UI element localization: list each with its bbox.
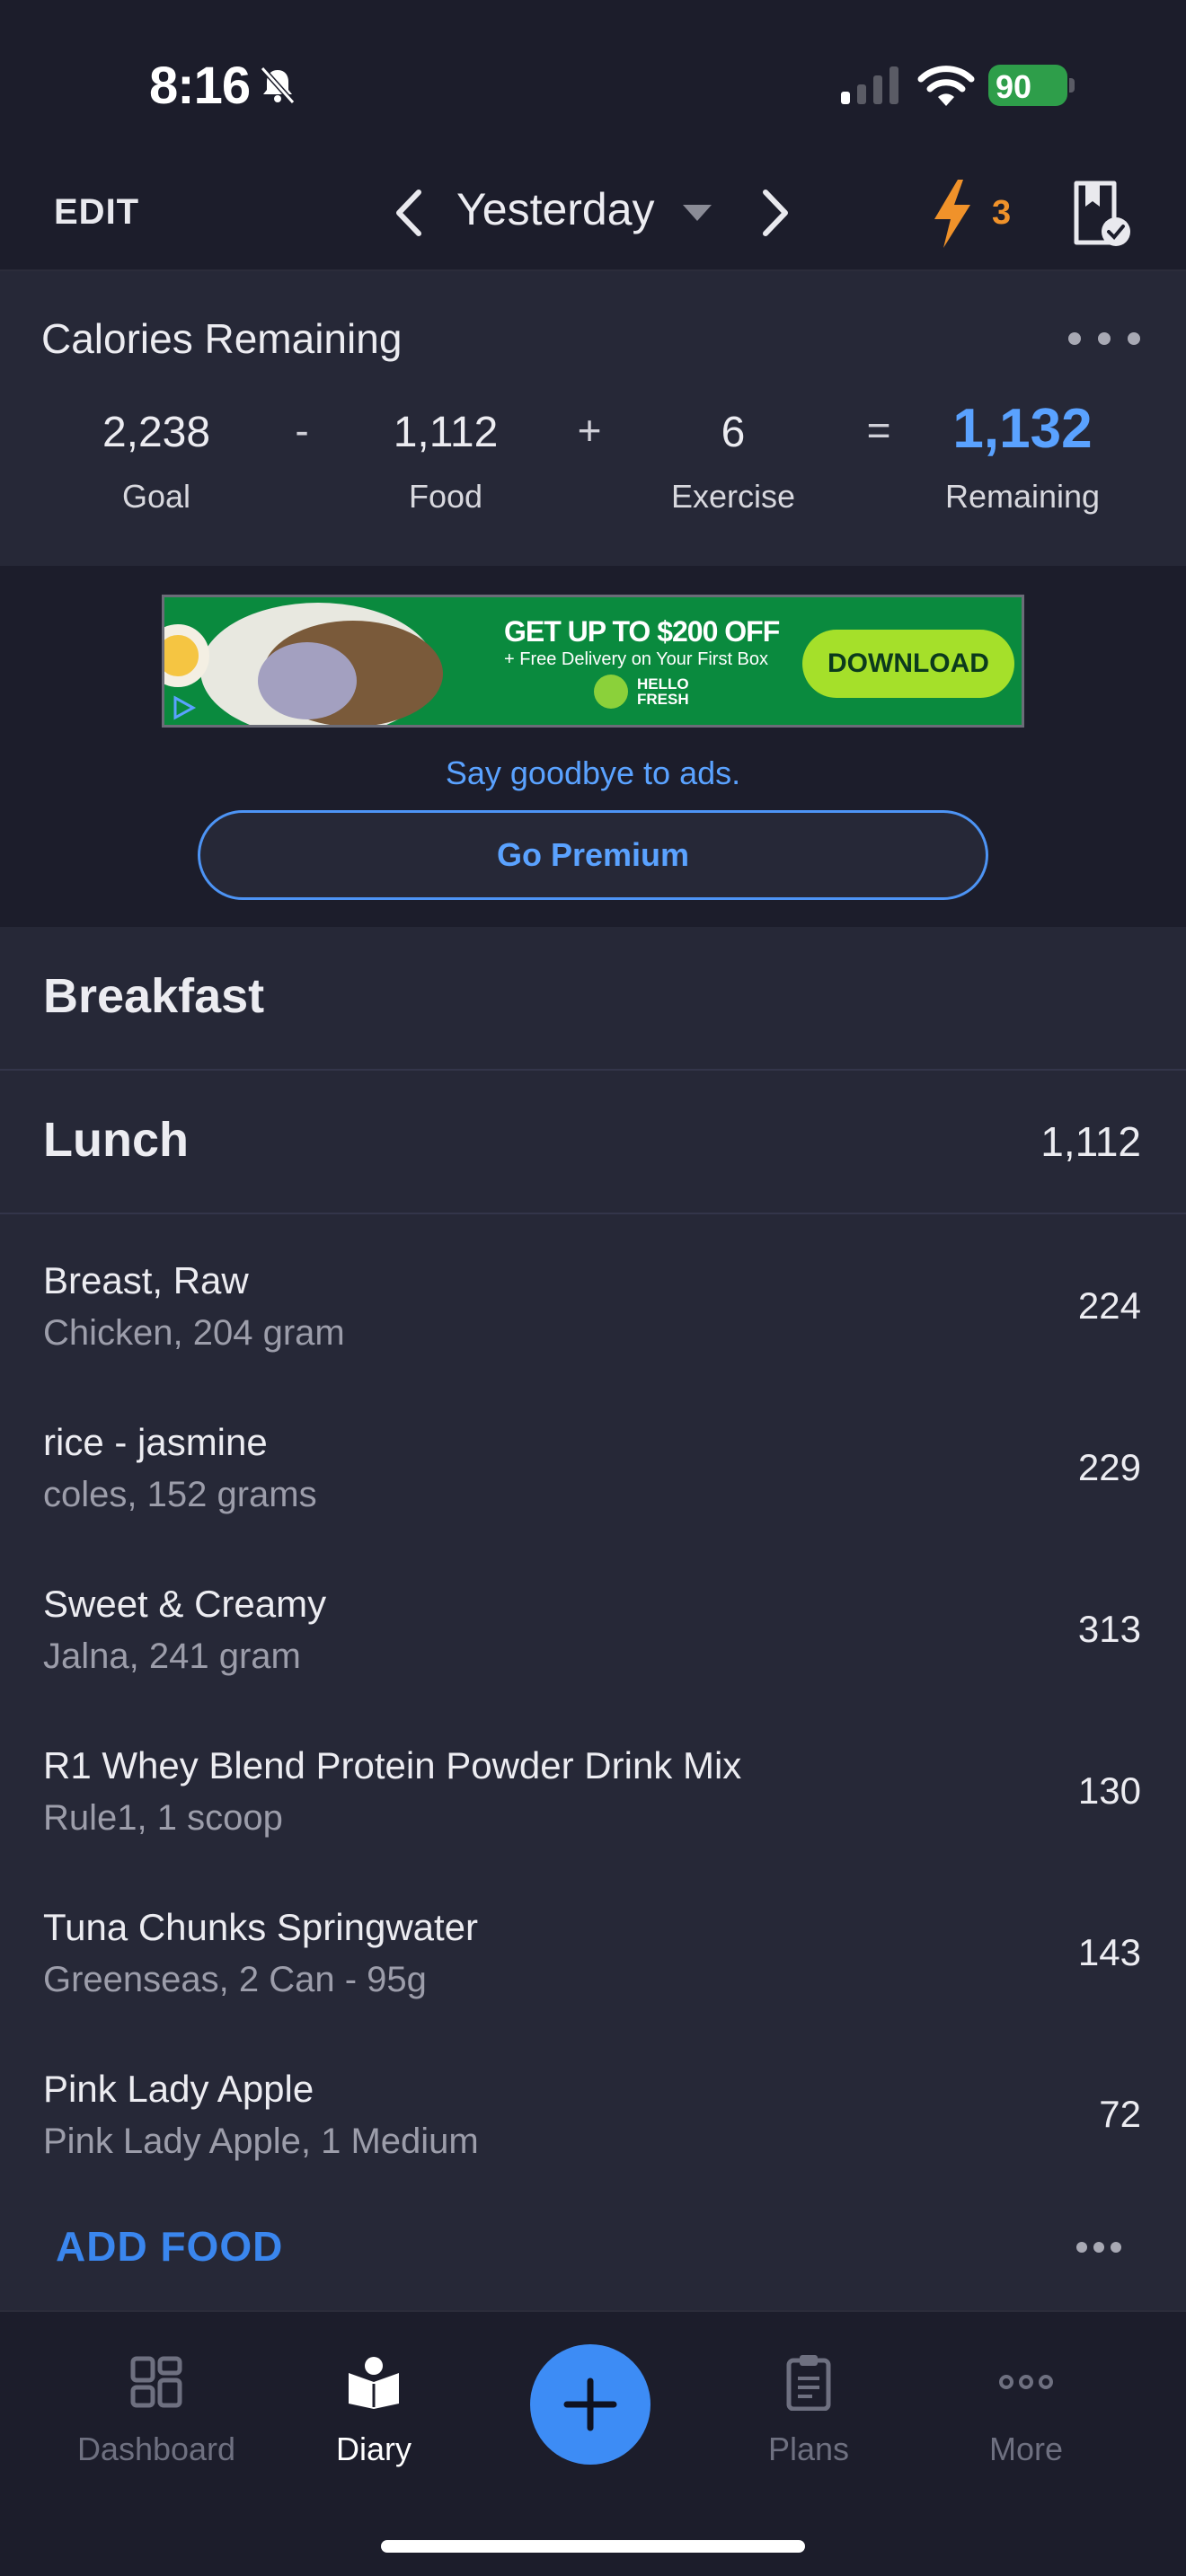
meal-name: Lunch [43,1113,189,1167]
tab-dashboard[interactable]: Dashboard [49,2312,264,2510]
status-time: 8:16 [149,57,251,115]
battery-cap [1069,78,1075,93]
edit-button[interactable]: EDIT [54,192,139,233]
tab-label: Dashboard [76,2430,236,2467]
cell-signal-icon [841,66,898,104]
battery-percent: 90 [996,68,1032,105]
add-entry-fab[interactable] [530,2344,651,2465]
exercise-label: Exercise [670,478,796,515]
food-calories: 72 [1099,2093,1141,2135]
calories-title: Calories Remaining [41,315,403,362]
food-entry[interactable]: rice - jasmine coles, 152 grams 229 [0,1394,1186,1556]
food-detail: coles, 152 grams [43,1475,317,1514]
diary-complete-icon[interactable] [1069,180,1132,248]
plus-icon [563,2378,617,2431]
hellofresh-logo-icon [594,675,628,709]
tab-more[interactable]: More [918,2312,1134,2510]
more-dots-icon [999,2375,1053,2389]
food-detail: Greenseas, 2 Can - 95g [43,1960,427,1999]
add-food-button[interactable]: ADD FOOD [56,2222,283,2271]
food-entry[interactable]: Tuna Chunks Springwater Greenseas, 2 Can… [0,1879,1186,2041]
tab-plans[interactable]: Plans [701,2312,916,2510]
next-day-chevron-icon[interactable] [753,185,796,241]
food-calories: 229 [1077,1446,1141,1488]
remove-ads-link[interactable]: Say goodbye to ads. [0,754,1186,792]
calories-remaining-panel[interactable]: Calories Remaining 2,238 Goal - 1,112 Fo… [0,271,1186,566]
bell-off-icon [260,66,296,105]
tab-label: Diary [335,2430,412,2467]
ad-headline: GET UP TO $200 OFF [504,615,780,648]
battery-icon: 90 [988,65,1075,106]
clipboard-icon [786,2355,831,2411]
food-name: Pink Lady Apple [43,2068,314,2110]
food-name: rice - jasmine [43,1421,268,1463]
meal-header-lunch[interactable]: Lunch 1,112 [0,1071,1186,1214]
previous-day-chevron-icon[interactable] [388,185,431,241]
ad-area: GET UP TO $200 OFF + Free Delivery on Yo… [0,566,1186,927]
meal-header-breakfast[interactable]: Breakfast [0,927,1186,1071]
tab-diary[interactable]: Diary [266,2312,482,2510]
bottom-tab-bar: Dashboard Diary Plans More [0,2310,1186,2576]
date-selector[interactable]: Yesterday [456,183,655,235]
food-name: Tuna Chunks Springwater [43,1906,479,1948]
food-detail: Chicken, 204 gram [43,1313,345,1353]
food-name: Sweet & Creamy [43,1583,327,1625]
book-icon [349,2357,399,2409]
meal-name: Breakfast [43,969,265,1023]
food-label: Food [408,478,483,515]
tab-label: More [988,2430,1064,2467]
food-detail: Jalna, 241 gram [43,1636,301,1676]
meal-total-calories: 1,112 [1040,1118,1141,1165]
food-calories: 313 [1077,1608,1141,1650]
food-entry[interactable]: Pink Lady Apple Pink Lady Apple, 1 Mediu… [0,2041,1186,2202]
ad-food-salad [258,642,357,719]
tab-label: Plans [767,2430,850,2467]
food-detail: Rule1, 1 scoop [43,1798,283,1838]
ad-subline: + Free Delivery on Your First Box [504,649,769,669]
minus-operator: - [295,407,309,454]
food-entry[interactable]: Breast, Raw Chicken, 204 gram 224 [0,1232,1186,1394]
streak-bolt-icon[interactable] [929,178,976,250]
ad-choices-icon[interactable] [170,694,197,721]
diary-list: Breakfast Lunch 1,112 Breast, Raw Chicke… [0,927,1186,2310]
goal-value: 2,238 [102,409,211,456]
meal-more-options-icon[interactable] [1075,2240,1123,2254]
equals-operator: = [866,407,891,454]
remaining-value: 1,132 [952,398,1093,460]
ad-download-button[interactable]: DOWNLOAD [802,630,1014,698]
ad-food-image [200,603,443,725]
ad-banner[interactable]: GET UP TO $200 OFF + Free Delivery on Yo… [162,595,1024,728]
exercise-value: 6 [721,409,746,456]
streak-count[interactable]: 3 [992,194,1011,233]
caret-down-icon[interactable] [679,199,715,226]
goal-label: Goal [121,478,191,515]
home-indicator[interactable] [381,2540,805,2553]
wifi-icon [917,66,975,106]
go-premium-button[interactable]: Go Premium [198,810,988,900]
food-calories: 143 [1077,1931,1141,1973]
food-calories: 224 [1077,1284,1141,1327]
diary-top-nav: EDIT Yesterday 3 [0,162,1186,271]
more-options-icon[interactable] [1064,329,1145,348]
food-entry[interactable]: R1 Whey Blend Protein Powder Drink Mix R… [0,1717,1186,1879]
grid-icon [130,2356,182,2408]
food-name: R1 Whey Blend Protein Powder Drink Mix [43,1744,742,1786]
ad-brand: HELLO FRESH [637,675,689,708]
plus-operator: + [577,407,602,454]
food-value: 1,112 [393,409,499,456]
food-detail: Pink Lady Apple, 1 Medium [43,2122,479,2161]
food-name: Breast, Raw [43,1259,249,1301]
food-entry[interactable]: Sweet & Creamy Jalna, 241 gram 313 [0,1556,1186,1717]
status-bar: 8:16 90 [0,0,1186,162]
remaining-label: Remaining [944,478,1101,515]
food-calories: 130 [1077,1769,1141,1812]
